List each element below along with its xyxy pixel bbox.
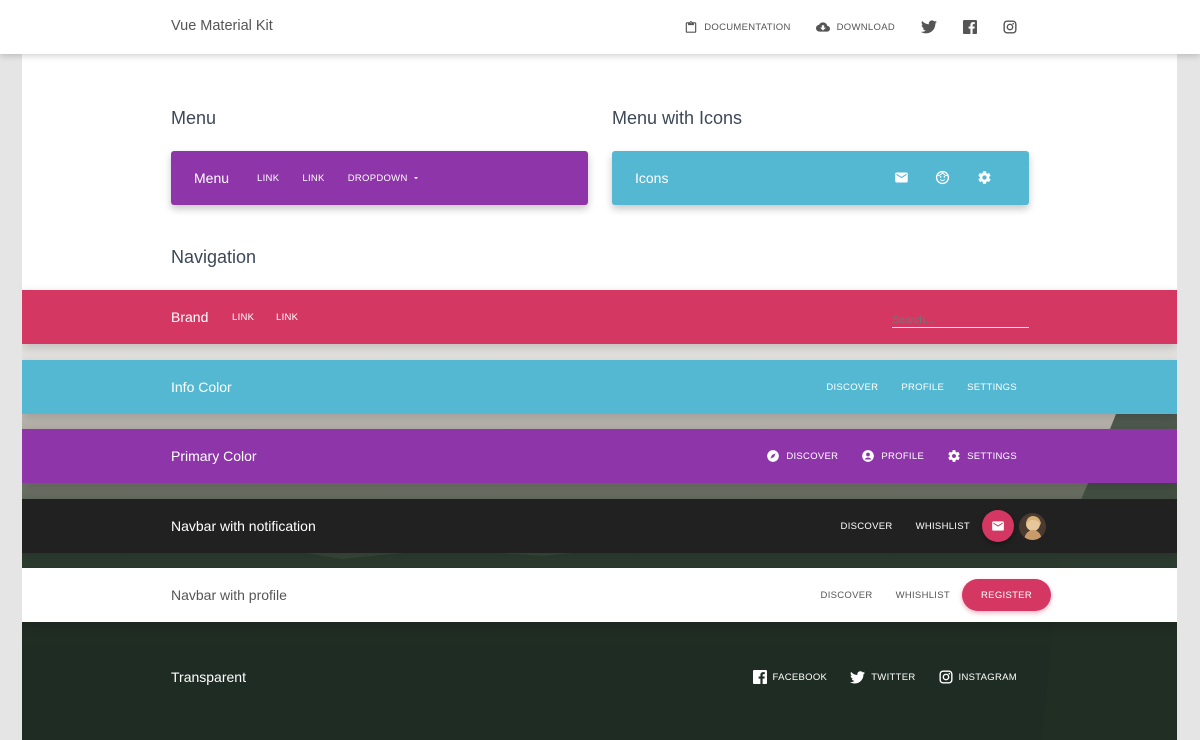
notification-button[interactable]	[982, 510, 1014, 542]
info-discover-link[interactable]: DISCOVER	[826, 382, 878, 393]
menu-link-2[interactable]: LINK	[302, 173, 324, 184]
dropdown-button[interactable]: DROPDOWN	[348, 173, 421, 184]
menu-title[interactable]: Menu	[194, 170, 229, 186]
search-field[interactable]	[892, 310, 1029, 329]
menu-navbar: Menu LINK LINK DROPDOWN	[171, 151, 588, 205]
facebook-label: FACEBOOK	[772, 671, 828, 683]
dropdown-label: DROPDOWN	[347, 172, 408, 184]
brand-link-1[interactable]: LINK	[232, 312, 254, 323]
primary-discover-label: DISCOVER	[786, 450, 839, 462]
twitter-icon	[850, 670, 866, 683]
transparent-title[interactable]: Transparent	[171, 669, 246, 685]
register-button[interactable]: REGISTER	[962, 579, 1051, 611]
instagram-label: INSTAGRAM	[958, 671, 1017, 683]
profile-discover-link[interactable]: DISCOVER	[821, 590, 873, 601]
instagram-link[interactable]: INSTAGRAM	[938, 670, 1017, 684]
clipboard-icon	[685, 20, 697, 33]
mail-icon	[992, 521, 1004, 531]
facebook-icon	[752, 670, 767, 684]
explore-icon	[767, 450, 780, 462]
mail-button[interactable]	[894, 170, 909, 190]
settings-button[interactable]	[977, 170, 992, 190]
instagram-icon	[938, 670, 953, 684]
primary-settings-label: SETTINGS	[967, 450, 1017, 462]
instagram-link[interactable]	[1003, 20, 1017, 34]
brand-navbar: Brand LINK LINK	[22, 290, 1177, 344]
transparent-navbar: Transparent FACEBOOK TWITTER INSTAGRAM	[22, 650, 1177, 704]
face-button[interactable]	[935, 170, 950, 190]
navigation-heading: Navigation	[171, 247, 257, 267]
twitter-link[interactable]	[921, 20, 937, 34]
primary-profile-link[interactable]: PROFILE	[861, 449, 924, 463]
primary-title[interactable]: Primary Color	[171, 448, 257, 464]
download-label: DOWNLOAD	[836, 21, 895, 33]
primary-discover-link[interactable]: DISCOVER	[766, 449, 838, 463]
mail-icon	[895, 172, 908, 183]
avatar[interactable]	[1019, 512, 1046, 540]
profile-wishlist-link[interactable]: WHISHLIST	[896, 590, 950, 601]
facebook-icon	[963, 20, 977, 34]
info-profile-link[interactable]: PROFILE	[901, 382, 944, 393]
notification-wishlist-link[interactable]: WHISHLIST	[916, 521, 970, 532]
info-title[interactable]: Info Color	[171, 379, 232, 395]
notification-discover-link[interactable]: DISCOVER	[841, 521, 893, 532]
brand-link-2[interactable]: LINK	[276, 312, 298, 323]
main-content: Menu Menu with Icons Menu LINK LINK DROP…	[22, 54, 1177, 740]
menu-heading: Menu	[171, 108, 217, 128]
caret-down-icon	[413, 177, 418, 180]
notification-navbar: Navbar with notification DISCOVER WHISHL…	[22, 499, 1177, 553]
top-navbar: Vue Material Kit DOCUMENTATION DOWNLOAD	[0, 0, 1200, 54]
settings-icon	[948, 450, 960, 462]
cloud-download-icon	[815, 22, 830, 32]
menu-link-1[interactable]: LINK	[257, 173, 279, 184]
facebook-link[interactable]: FACEBOOK	[752, 670, 828, 684]
download-link[interactable]: DOWNLOAD	[815, 20, 895, 34]
twitter-label: TWITTER	[871, 671, 916, 683]
brand-title[interactable]: Brand	[171, 309, 208, 325]
primary-color-navbar: Primary Color DISCOVER PROFILE SETTINGS	[22, 429, 1177, 483]
info-settings-link[interactable]: SETTINGS	[967, 382, 1017, 393]
primary-settings-link[interactable]: SETTINGS	[947, 449, 1017, 463]
top-nav-links: DOCUMENTATION DOWNLOAD	[660, 0, 1017, 54]
instagram-icon	[1003, 20, 1017, 34]
twitter-link[interactable]: TWITTER	[850, 670, 916, 684]
profile-title[interactable]: Navbar with profile	[171, 587, 287, 603]
site-brand[interactable]: Vue Material Kit	[171, 18, 273, 34]
primary-profile-label: PROFILE	[881, 450, 925, 462]
facebook-link[interactable]	[963, 20, 977, 34]
documentation-label: DOCUMENTATION	[704, 21, 791, 33]
notification-title[interactable]: Navbar with notification	[171, 518, 316, 534]
documentation-link[interactable]: DOCUMENTATION	[684, 20, 790, 35]
face-icon	[935, 170, 950, 185]
account-circle-icon	[862, 450, 875, 462]
profile-navbar: Navbar with profile DISCOVER WHISHLIST R…	[22, 568, 1177, 622]
info-color-navbar: Info Color DISCOVER PROFILE SETTINGS	[22, 360, 1177, 414]
settings-icon	[978, 171, 991, 184]
icons-title[interactable]: Icons	[635, 170, 668, 186]
avatar-photo	[1019, 512, 1046, 540]
search-input[interactable]	[892, 311, 1029, 329]
twitter-icon	[921, 20, 937, 34]
menu-with-icons-heading: Menu with Icons	[612, 108, 743, 128]
icons-navbar: Icons	[612, 151, 1029, 205]
